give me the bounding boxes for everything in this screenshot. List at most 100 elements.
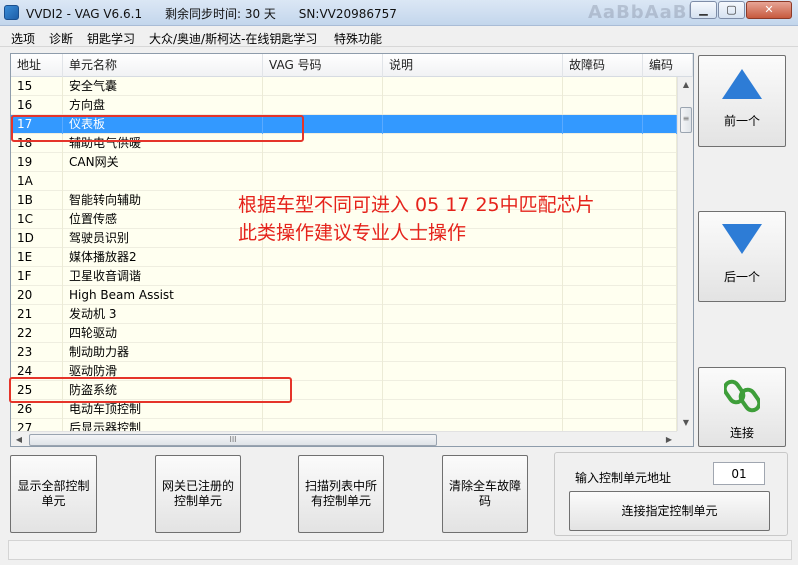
cell-empty <box>383 248 563 267</box>
cell-address: 15 <box>11 77 63 96</box>
cell-empty <box>383 419 563 431</box>
cell-empty <box>383 305 563 324</box>
cell-unit-name: 卫星收音调谐 <box>63 267 263 286</box>
table-row[interactable]: 16 方向盘 <box>11 96 677 115</box>
cell-unit-name: 智能转向辅助 <box>63 191 263 210</box>
vertical-scrollbar[interactable]: ▲ ≡ ▼ <box>677 77 693 431</box>
cell-empty <box>263 305 383 324</box>
clear-all-dtc-button[interactable]: 清除全车故障码 <box>442 455 528 533</box>
cell-address: 19 <box>11 153 63 172</box>
cell-empty <box>263 267 383 286</box>
show-all-units-button[interactable]: 显示全部控制单元 <box>10 455 97 533</box>
cell-unit-name: 媒体播放器2 <box>63 248 263 267</box>
annotation-line-1: 根据车型不同可进入 05 17 25中匹配芯片 <box>238 194 595 216</box>
close-button[interactable]: ✕ <box>746 1 792 19</box>
scan-all-units-button[interactable]: 扫描列表中所有控制单元 <box>298 455 384 533</box>
cell-unit-name: 方向盘 <box>63 96 263 115</box>
cell-empty <box>263 343 383 362</box>
cell-empty <box>563 153 643 172</box>
cell-empty <box>263 324 383 343</box>
column-header-vag-number[interactable]: VAG 号码 <box>263 54 383 77</box>
cell-empty <box>643 77 677 96</box>
maximize-button[interactable]: ▢ <box>718 1 745 19</box>
cell-empty <box>563 229 643 248</box>
cell-empty <box>643 153 677 172</box>
cell-empty <box>263 153 383 172</box>
table-row[interactable]: 21 发动机 3 <box>11 305 677 324</box>
close-icon: ✕ <box>764 3 774 16</box>
window-title: VVDI2 - VAG V6.6.1 剩余同步时间: 30 天 SN:VV209… <box>26 7 397 21</box>
address-input-label: 输入控制单元地址 <box>575 471 672 485</box>
vertical-scroll-thumb[interactable]: ≡ <box>680 107 692 133</box>
cell-empty <box>383 172 563 191</box>
minimize-button[interactable]: ▁ <box>690 1 717 19</box>
cell-empty <box>643 248 677 267</box>
cell-empty <box>563 381 643 400</box>
scroll-left-icon[interactable]: ◀ <box>11 432 27 446</box>
cell-address: 1F <box>11 267 63 286</box>
column-header-dtc[interactable]: 故障码 <box>563 54 643 77</box>
cell-empty <box>643 229 677 248</box>
cell-empty <box>563 248 643 267</box>
cell-address: 1D <box>11 229 63 248</box>
column-header-description[interactable]: 说明 <box>383 54 563 77</box>
cell-unit-name: 制动助力器 <box>63 343 263 362</box>
cell-empty <box>383 134 563 153</box>
cell-address: 21 <box>11 305 63 324</box>
cell-empty <box>263 77 383 96</box>
table-row[interactable]: 27 后显示器控制 <box>11 419 677 431</box>
horizontal-scroll-thumb[interactable]: III <box>29 434 437 446</box>
menu-vag-online-key-learning[interactable]: 大众/奥迪/斯柯达-在线钥匙学习 <box>149 30 317 47</box>
menu-key-learning[interactable]: 钥匙学习 <box>87 30 135 47</box>
table-row[interactable]: 22 四轮驱动 <box>11 324 677 343</box>
cell-empty <box>643 115 677 134</box>
cell-empty <box>563 115 643 134</box>
menu-options[interactable]: 选项 <box>11 30 35 47</box>
cell-empty <box>563 362 643 381</box>
connect-specified-unit-button[interactable]: 连接指定控制单元 <box>569 491 770 531</box>
table-row[interactable]: 1A <box>11 172 677 191</box>
arrow-up-icon <box>722 69 762 99</box>
scrollbar-corner <box>677 431 693 446</box>
status-bar <box>8 540 792 560</box>
connect-button-label: 连接 <box>729 426 754 440</box>
unit-address-input[interactable] <box>713 462 765 485</box>
cell-empty <box>643 267 677 286</box>
scroll-down-icon[interactable]: ▼ <box>678 415 693 431</box>
cell-empty <box>383 77 563 96</box>
table-row[interactable]: 1F 卫星收音调谐 <box>11 267 677 286</box>
menu-diagnose[interactable]: 诊断 <box>49 30 73 47</box>
column-header-unit-name[interactable]: 单元名称 <box>63 54 263 77</box>
cell-unit-name: 发动机 3 <box>63 305 263 324</box>
cell-unit-name: 四轮驱动 <box>63 324 263 343</box>
horizontal-scrollbar[interactable]: ◀ III ▶ <box>11 431 677 446</box>
cell-empty <box>383 381 563 400</box>
scroll-right-icon[interactable]: ▶ <box>661 432 677 446</box>
table-row[interactable]: 23 制动助力器 <box>11 343 677 362</box>
cell-empty <box>383 153 563 172</box>
cell-empty <box>643 96 677 115</box>
menu-special-functions[interactable]: 特殊功能 <box>334 30 382 47</box>
cell-empty <box>563 324 643 343</box>
cell-empty <box>383 96 563 115</box>
cell-empty <box>563 267 643 286</box>
table-row[interactable]: 15 安全气囊 <box>11 77 677 96</box>
cell-address: 1A <box>11 172 63 191</box>
column-header-coding[interactable]: 编码 <box>643 54 693 77</box>
gateway-registered-units-button[interactable]: 网关已注册的控制单元 <box>155 455 241 533</box>
cell-empty <box>383 115 563 134</box>
cell-empty <box>263 286 383 305</box>
connect-button[interactable]: 连接 <box>698 367 786 447</box>
column-header-address[interactable]: 地址 <box>11 54 63 77</box>
table-row[interactable]: 1E 媒体播放器2 <box>11 248 677 267</box>
arrow-down-icon <box>722 224 762 254</box>
table-row[interactable]: 20 High Beam Assist <box>11 286 677 305</box>
next-button[interactable]: 后一个 <box>698 211 786 302</box>
cell-empty <box>263 96 383 115</box>
table-row[interactable]: 19 CAN网关 <box>11 153 677 172</box>
cell-empty <box>383 400 563 419</box>
cell-empty <box>263 172 383 191</box>
previous-button[interactable]: 前一个 <box>698 55 786 147</box>
scroll-up-icon[interactable]: ▲ <box>678 77 693 93</box>
cell-empty <box>643 286 677 305</box>
